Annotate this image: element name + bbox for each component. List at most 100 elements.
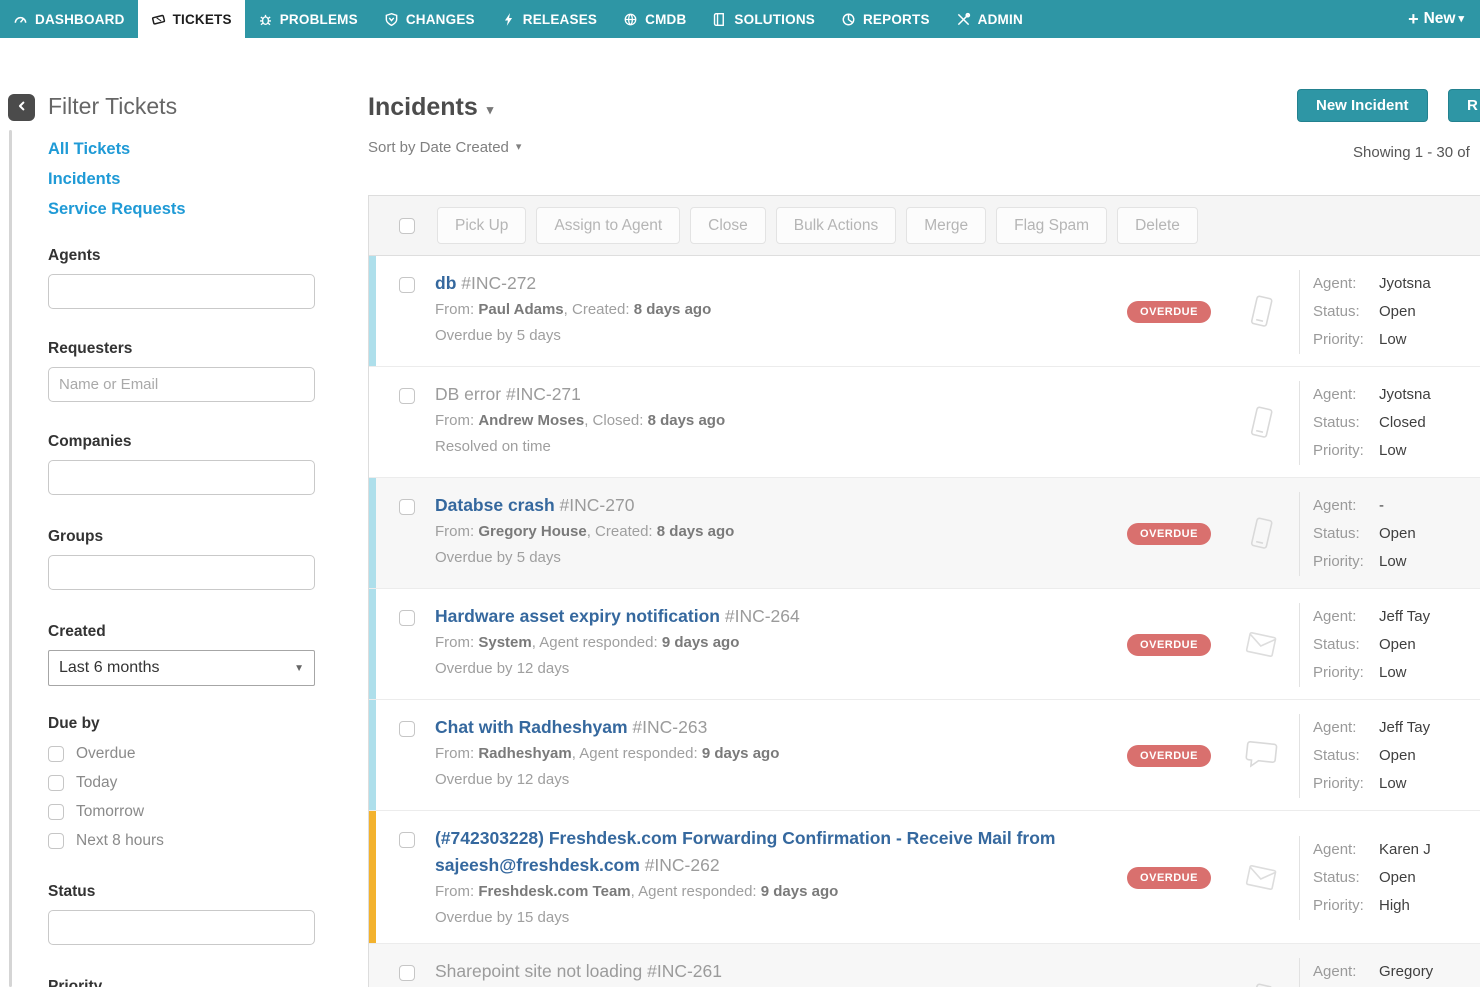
sidebar-scrollbar[interactable] (9, 130, 12, 987)
new-menu-button[interactable]: + New ▾ (1392, 0, 1480, 38)
ticket-title-link[interactable]: Databse crash (435, 495, 555, 515)
ticket-checkbox[interactable] (399, 388, 415, 404)
overdue-badge: OVERDUE (1127, 867, 1211, 889)
ticket-properties: Agent:Karen J Status:Open Priority:High (1299, 836, 1480, 920)
ticket-row[interactable]: DB error #INC-271 From: Andrew Moses, Cl… (369, 367, 1480, 478)
ticket-id: #INC-270 (560, 495, 635, 515)
dashboard-icon (13, 12, 28, 27)
nav-tickets[interactable]: TICKETS (138, 0, 245, 38)
overdue-badge: OVERDUE (1127, 745, 1211, 767)
ticket-id: #INC-262 (645, 855, 720, 875)
ticket-list: db #INC-272 From: Paul Adams, Created: 8… (369, 256, 1480, 987)
created-select[interactable]: Last 6 months ▼ (48, 650, 315, 686)
merge-button[interactable]: Merge (906, 207, 986, 244)
ticket-checkbox[interactable] (399, 610, 415, 626)
status-stripe (369, 700, 376, 810)
requesters-input[interactable] (48, 367, 315, 402)
status-input[interactable] (48, 910, 315, 945)
new-incident-button[interactable]: New Incident (1297, 89, 1428, 122)
sort-by-dropdown[interactable]: Sort by Date Created ▾ (368, 139, 521, 156)
ticket-row[interactable]: Chat with Radheshyam #INC-263 From: Radh… (369, 700, 1480, 811)
ticket-checkbox[interactable] (399, 965, 415, 981)
priority-value: High (1379, 897, 1410, 914)
book-icon (712, 12, 727, 27)
nav-problems[interactable]: PROBLEMS (245, 0, 371, 38)
agent-value: Jeff Tay (1379, 608, 1430, 625)
overdue-badge: OVERDUE (1127, 301, 1211, 323)
ticket-title-link[interactable]: (#742303228) Freshdesk.com Forwarding Co… (435, 828, 1055, 875)
delete-button[interactable]: Delete (1117, 207, 1198, 244)
due-overdue-checkbox[interactable] (48, 746, 64, 762)
sidebar-link-incidents[interactable]: Incidents (48, 164, 318, 194)
lightning-icon (501, 12, 516, 27)
nav-changes[interactable]: CHANGES (371, 0, 488, 38)
ticket-checkbox[interactable] (399, 832, 415, 848)
ticket-title-link[interactable]: Chat with Radheshyam (435, 717, 628, 737)
agents-input[interactable] (48, 274, 315, 309)
pick-up-button[interactable]: Pick Up (437, 207, 526, 244)
ticket-due-text: Overdue by 15 days (435, 905, 1103, 931)
ticket-id: #INC-271 (506, 384, 581, 404)
ticket-title-link[interactable]: Hardware asset expiry notification (435, 606, 720, 626)
status-stripe (369, 589, 376, 699)
nav-admin[interactable]: ADMIN (943, 0, 1036, 38)
ticket-due-text: Overdue by 12 days (435, 767, 1103, 793)
status-stripe (369, 811, 376, 943)
phone-icon (1243, 292, 1279, 332)
sidebar-collapse-button[interactable] (8, 94, 35, 121)
ticket-properties: Agent:- Status:Open Priority:Low (1299, 492, 1480, 576)
sidebar-link-service-requests[interactable]: Service Requests (48, 194, 318, 224)
agents-label: Agents (48, 246, 318, 266)
priority-value: Low (1379, 442, 1407, 459)
due-today-checkbox[interactable] (48, 775, 64, 791)
ticket-row[interactable]: (#742303228) Freshdesk.com Forwarding Co… (369, 811, 1480, 944)
close-button[interactable]: Close (690, 207, 766, 244)
nav-cmdb[interactable]: CMDB (610, 0, 699, 38)
ticket-due-text: Overdue by 5 days (435, 323, 1103, 349)
envelope-icon (1241, 627, 1281, 663)
nav-releases[interactable]: RELEASES (488, 0, 610, 38)
ticket-row[interactable]: Databse crash #INC-270 From: Gregory Hou… (369, 478, 1480, 589)
status-label: Status (48, 882, 318, 902)
partial-right-button[interactable]: R (1448, 89, 1480, 122)
groups-label: Groups (48, 527, 318, 547)
nav-dashboard[interactable]: DASHBOARD (0, 0, 138, 38)
companies-label: Companies (48, 432, 318, 452)
ticket-properties: Agent:Jyotsna Status:Open Priority:Low (1299, 270, 1480, 354)
ticket-row[interactable]: Sharepoint site not loading #INC-261 Fro… (369, 944, 1480, 987)
companies-input[interactable] (48, 460, 315, 495)
sidebar-link-all-tickets[interactable]: All Tickets (48, 134, 318, 164)
bulk-actions-button[interactable]: Bulk Actions (776, 207, 896, 244)
agent-value: Jyotsna (1379, 386, 1431, 403)
nav-reports[interactable]: REPORTS (828, 0, 943, 38)
ticket-properties: Agent:Gregory Status:Closed Priority:Low (1299, 958, 1480, 987)
ticket-checkbox[interactable] (399, 499, 415, 515)
nav-solutions[interactable]: SOLUTIONS (699, 0, 828, 38)
groups-input[interactable] (48, 555, 315, 590)
ticket-title-link[interactable]: db (435, 273, 456, 293)
priority-label: Priority (48, 977, 318, 987)
due-next-8-hours-checkbox[interactable] (48, 833, 64, 849)
agent-value: - (1379, 497, 1384, 514)
status-stripe (369, 367, 376, 477)
ticket-title-link[interactable]: DB error (435, 384, 501, 404)
ticket-row[interactable]: Hardware asset expiry notification #INC-… (369, 589, 1480, 700)
ticket-title-link[interactable]: Sharepoint site not loading (435, 961, 642, 981)
status-value: Open (1379, 303, 1416, 320)
ticket-checkbox[interactable] (399, 721, 415, 737)
filter-title: Filter Tickets (48, 92, 318, 120)
top-nav: DASHBOARD TICKETS PROBLEMS CHANGES RELEA… (0, 0, 1480, 38)
flag-spam-button[interactable]: Flag Spam (996, 207, 1107, 244)
ticket-row[interactable]: db #INC-272 From: Paul Adams, Created: 8… (369, 256, 1480, 367)
page-title[interactable]: Incidents ▾ (368, 93, 493, 122)
status-stripe (369, 256, 376, 366)
ticket-id: #INC-261 (647, 961, 722, 981)
assign-to-agent-button[interactable]: Assign to Agent (536, 207, 680, 244)
plus-icon: + (1408, 9, 1419, 30)
ticket-list-panel: Pick Up Assign to Agent Close Bulk Actio… (368, 195, 1480, 987)
select-all-checkbox[interactable] (399, 218, 415, 234)
agent-value: Gregory (1379, 963, 1433, 980)
due-tomorrow-checkbox[interactable] (48, 804, 64, 820)
ticket-checkbox[interactable] (399, 277, 415, 293)
phone-icon (1243, 403, 1279, 443)
